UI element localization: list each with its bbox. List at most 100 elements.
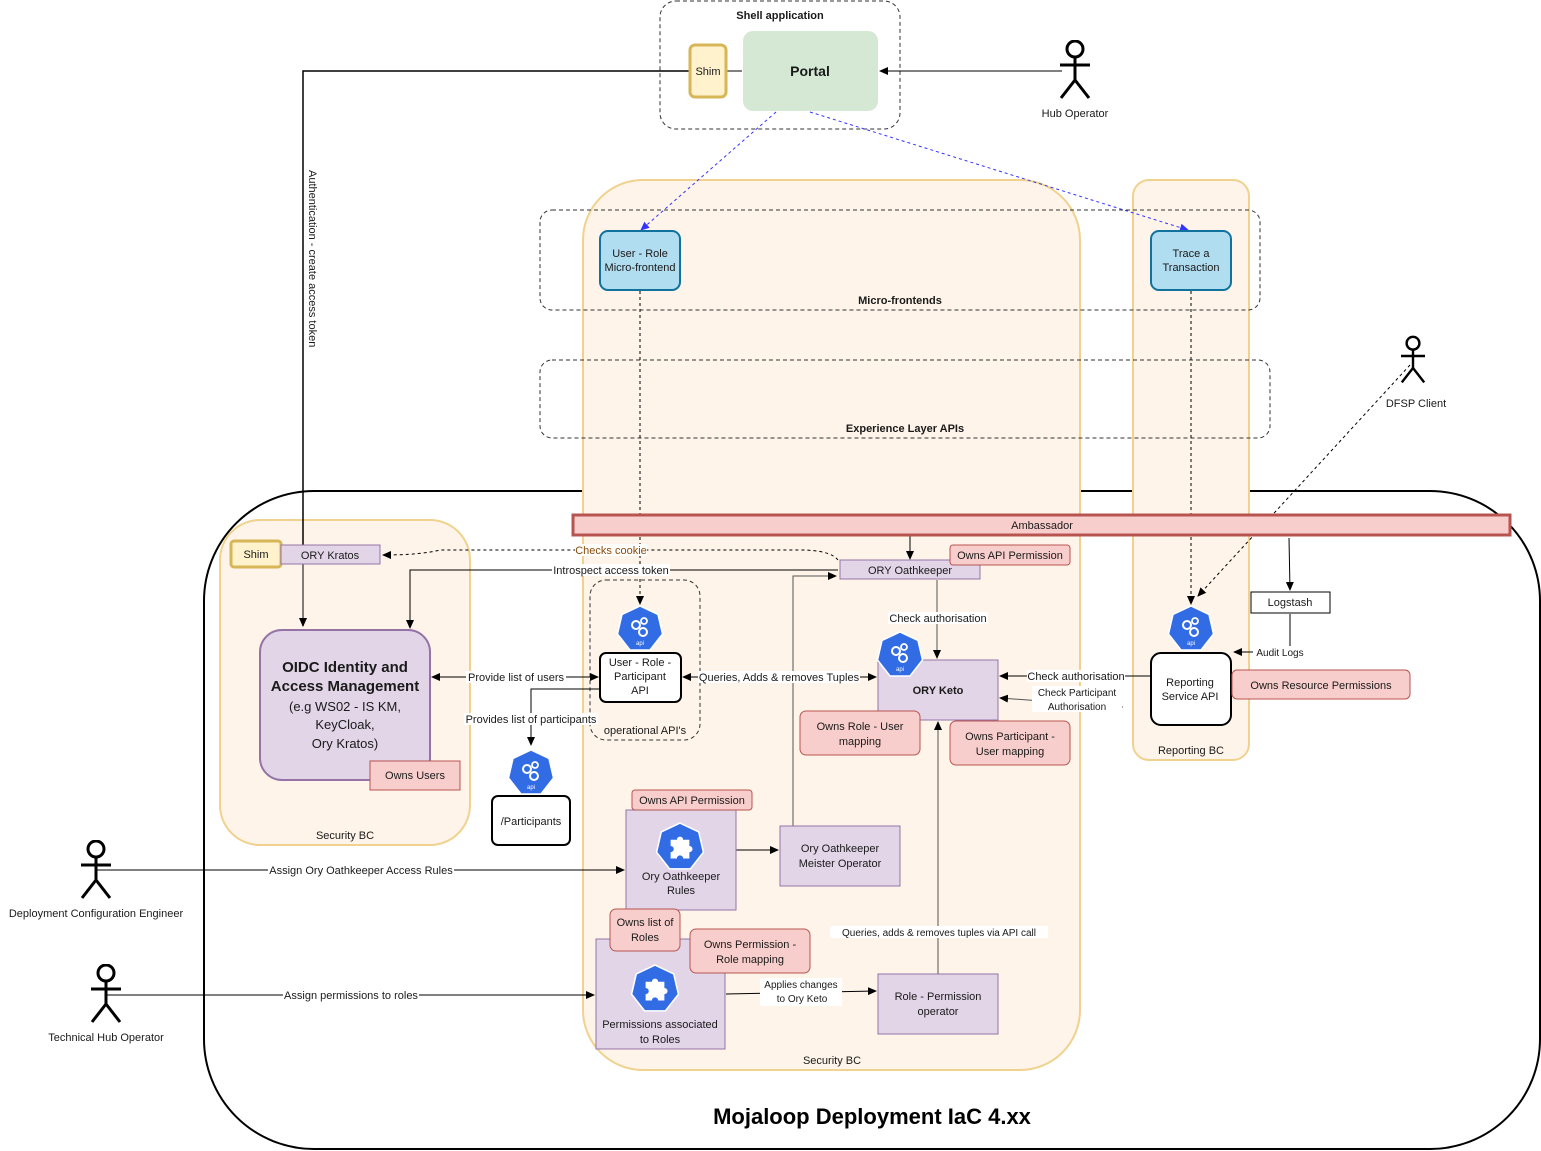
queries-tuples-label: Queries, Adds & removes Tuples (699, 672, 860, 684)
actor-deployment-engineer[interactable]: Deployment Configuration Engineer (9, 840, 184, 920)
role-permission-label-2: operator (918, 1006, 959, 1018)
owns-api-permission-rules-label: Owns API Permission (639, 795, 745, 807)
diagram-title: Mojaloop Deployment IaC 4.xx (713, 1104, 1032, 1129)
provide-users-label: Provide list of users (468, 672, 564, 684)
person-icon (89, 964, 123, 1024)
owns-permission-role-note: Owns Permission - Role mapping (689, 928, 811, 974)
ory-keto-label: ORY Keto (913, 685, 964, 697)
actor-hub-operator[interactable]: Hub Operator (1042, 40, 1109, 120)
deployment-engineer-label: Deployment Configuration Engineer (9, 908, 184, 920)
person-icon (1058, 40, 1092, 100)
meister-label-1: Ory Oathkeeper (801, 843, 880, 855)
permissions-roles-label-2: to Roles (640, 1034, 681, 1046)
meister-operator-node[interactable]: Ory Oathkeeper Meister Operator (779, 825, 901, 887)
oidc-title-1: OIDC Identity and (282, 659, 408, 676)
owns-api-permission-top-label: Owns API Permission (957, 550, 1063, 562)
shim-kratos-label: Shim (243, 549, 268, 561)
urp-api-label-2: Participant (614, 671, 666, 683)
ory-kratos-label: ORY Kratos (301, 550, 360, 562)
assign-rules-label: Assign Ory Oathkeeper Access Rules (269, 865, 453, 877)
applies-changes-label-1: Applies changes (764, 980, 837, 991)
micro-frontends-label: Micro-frontends (858, 295, 942, 307)
oidc-subtitle-2: KeyCloak, (315, 717, 374, 732)
owns-list-roles-label-1: Owns list of (617, 917, 675, 929)
portal-label: Portal (790, 63, 830, 79)
ory-kratos-node[interactable]: ORY Kratos (280, 544, 381, 565)
urp-api-label-1: User - Role - (609, 657, 672, 669)
shim-kratos[interactable]: Shim (229, 539, 283, 569)
security-bc-left-label: Security BC (316, 830, 374, 842)
ambassador-label: Ambassador (1011, 520, 1073, 532)
owns-permission-role-label-2: Role mapping (716, 954, 784, 966)
mfe-label-1: User - Role (612, 248, 668, 260)
owns-api-permission-rules-note: Owns API Permission (631, 789, 753, 811)
oidc-subtitle-3: Ory Kratos) (312, 736, 378, 751)
audit-logs-label: Audit Logs (1256, 648, 1303, 659)
owns-users-note: Owns Users (369, 760, 461, 791)
dfsp-client-label: DFSP Client (1386, 398, 1446, 410)
portal-node[interactable]: Portal (743, 31, 878, 111)
owns-permission-role-label-1: Owns Permission - (704, 939, 797, 951)
hub-operator-label: Hub Operator (1042, 108, 1109, 120)
queries-via-api-label: Queries, adds & removes tuples via API c… (842, 928, 1036, 939)
owns-resource-permissions-note: Owns Resource Permissions (1231, 669, 1411, 700)
oathkeeper-rules-label-1: Ory Oathkeeper (642, 871, 721, 883)
shim-top-label: Shim (695, 66, 720, 78)
shim-top[interactable]: Shim (688, 43, 728, 99)
introspect-label: Introspect access token (553, 565, 669, 577)
participants-label: /Participants (501, 816, 562, 828)
meister-label-2: Meister Operator (799, 858, 882, 870)
user-role-participant-api[interactable]: User - Role - Participant API (599, 652, 682, 703)
shell-application-label: Shell application (736, 10, 824, 22)
oidc-iam-node[interactable]: OIDC Identity and Access Management (e.g… (259, 629, 431, 781)
participants-node[interactable]: /Participants (491, 795, 571, 846)
reporting-api-label-2: Service API (1162, 691, 1219, 703)
oathkeeper-rules-node[interactable]: Ory Oathkeeper Rules (625, 809, 737, 911)
person-icon (1399, 335, 1427, 384)
trace-transaction-microfrontend[interactable]: Trace a Transaction (1150, 230, 1232, 291)
trace-label-2: Transaction (1162, 262, 1219, 274)
technical-hub-operator-label: Technical Hub Operator (48, 1032, 164, 1044)
applies-changes-label-2: to Ory Keto (777, 994, 828, 1005)
owns-resource-permissions-label: Owns Resource Permissions (1250, 680, 1392, 692)
permissions-roles-label-1: Permissions associated (602, 1019, 718, 1031)
architecture-diagram: api (9, 0, 1541, 1150)
actor-dfsp-client[interactable]: DFSP Client (1386, 335, 1446, 410)
ory-oathkeeper-label: ORY Oathkeeper (868, 565, 952, 577)
check-participant-label-2: Authorisation (1048, 702, 1106, 713)
auth-token-label: Authentication - create access token (306, 170, 318, 347)
owns-role-user-note: Owns Role - User mapping (799, 710, 921, 756)
owns-participant-user-label-2: User mapping (976, 746, 1044, 758)
reporting-bc-label: Reporting BC (1158, 745, 1224, 757)
owns-users-label: Owns Users (385, 770, 445, 782)
reporting-api-label-1: Reporting (1166, 677, 1214, 689)
experience-layer-label: Experience Layer APIs (846, 423, 964, 435)
owns-list-roles-label-2: Roles (631, 932, 660, 944)
security-bc-center-label: Security BC (803, 1055, 861, 1067)
oidc-title-2: Access Management (271, 678, 419, 695)
logstash-node[interactable]: Logstash (1250, 591, 1331, 614)
owns-participant-user-label-1: Owns Participant - (965, 731, 1055, 743)
urp-api-label-3: API (631, 685, 649, 697)
reporting-service-api-node[interactable]: Reporting Service API (1150, 652, 1232, 726)
oidc-subtitle-1: (e.g WS02 - IS KM, (289, 699, 401, 714)
api-icon (507, 749, 555, 795)
provides-participants-label: Provides list of participants (466, 714, 597, 726)
mfe-label-2: Micro-frontend (605, 262, 676, 274)
oathkeeper-rules-label-2: Rules (667, 885, 696, 897)
assign-permissions-label: Assign permissions to roles (284, 990, 418, 1002)
owns-role-user-label-2: mapping (839, 736, 881, 748)
check-authorisation-right-label: Check authorisation (1027, 671, 1124, 683)
checks-cookie-label: Checks cookie (575, 545, 647, 557)
actor-technical-hub-operator[interactable]: Technical Hub Operator (48, 964, 164, 1044)
owns-list-roles-note: Owns list of Roles (609, 908, 681, 952)
role-permission-label-1: Role - Permission (895, 991, 982, 1003)
logstash-label: Logstash (1268, 597, 1313, 609)
user-role-microfrontend[interactable]: User - Role Micro-frontend (599, 230, 681, 291)
ambassador-node[interactable]: Ambassador (571, 513, 1512, 537)
operational-apis-label: operational API's (604, 725, 687, 737)
owns-role-user-label-1: Owns Role - User (817, 721, 904, 733)
owns-participant-user-note: Owns Participant - User mapping (949, 720, 1071, 766)
role-permission-operator-node[interactable]: Role - Permission operator (877, 973, 999, 1035)
owns-api-permission-top-note: Owns API Permission (949, 544, 1071, 566)
